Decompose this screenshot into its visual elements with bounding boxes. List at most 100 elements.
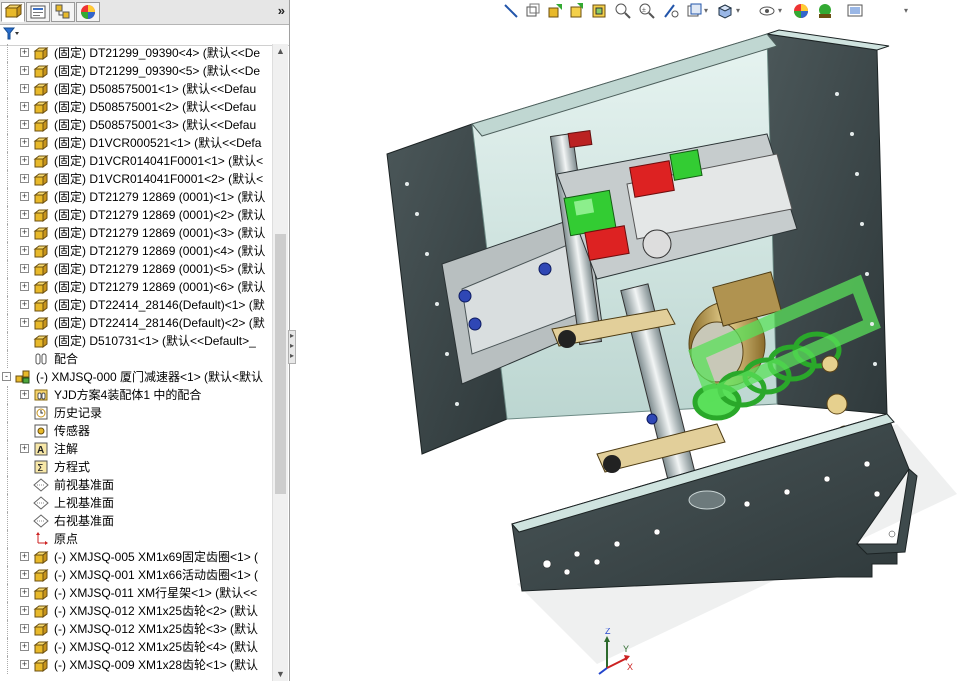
tree-item[interactable]: + (固定) DT21279 12869 (0001)<2> (默认 xyxy=(0,206,272,224)
tree-item[interactable]: + (固定) DT22414_28146(Default)<2> (默 xyxy=(0,314,272,332)
tree-item[interactable]: + (-) XMJSQ-005 XM1x69固定齿圈<1> ( xyxy=(0,548,272,566)
tree-expander-icon[interactable]: + xyxy=(20,138,29,147)
expand-panel-button[interactable]: » xyxy=(278,3,285,18)
zoom-to-area-icon[interactable] xyxy=(590,2,608,20)
tree-expander-icon[interactable]: + xyxy=(20,444,29,453)
configurationmanager-tab[interactable] xyxy=(51,2,75,22)
tree-expander-icon[interactable]: + xyxy=(20,246,29,255)
filter-icon[interactable] xyxy=(2,27,19,44)
tree-item[interactable]: + YJD方案4装配体1 中的配合 xyxy=(0,386,272,404)
tree-item[interactable]: + (-) XMJSQ-009 XM1x28齿轮<1> (默认 xyxy=(0,656,272,674)
section-view-icon[interactable] xyxy=(662,2,680,20)
tree-item[interactable]: + (固定) D508575001<1> (默认<<Defau xyxy=(0,80,272,98)
tree-expander-icon[interactable]: + xyxy=(20,102,29,111)
tree-item[interactable]: - (-) XMJSQ-000 厦门减速器<1> (默认<默认 xyxy=(0,368,272,386)
tree-item[interactable]: (固定) D510731<1> (默认<<Default>_ xyxy=(0,332,272,350)
triad-z-label: Z xyxy=(605,628,611,636)
tree-expander-icon[interactable]: + xyxy=(20,66,29,75)
part-icon xyxy=(33,243,49,259)
featuremanager-tab[interactable] xyxy=(1,2,25,22)
view-orientation-icon[interactable] xyxy=(524,2,542,20)
tree-item[interactable]: + (-) XMJSQ-012 XM1x25齿轮<4> (默认 xyxy=(0,638,272,656)
graphics-area[interactable]: Z X Y xyxy=(297,24,971,681)
view-orientation-dropdown-icon[interactable] xyxy=(686,2,704,20)
scroll-down-icon[interactable]: ▼ xyxy=(276,669,285,679)
sketch-line-icon[interactable] xyxy=(502,2,520,20)
tree-item[interactable]: + (-) XMJSQ-012 XM1x25齿轮<3> (默认 xyxy=(0,620,272,638)
tree-expander-icon[interactable]: + xyxy=(20,210,29,219)
tree-item[interactable]: + (-) XMJSQ-001 XM1x66活动齿圈<1> ( xyxy=(0,566,272,584)
tree-item[interactable]: + (固定) DT21279 12869 (0001)<4> (默认 xyxy=(0,242,272,260)
tree-item[interactable]: + (固定) DT21279 12869 (0001)<6> (默认 xyxy=(0,278,272,296)
assembly-model-view[interactable] xyxy=(297,24,971,681)
tree-item[interactable]: + (固定) D508575001<2> (默认<<Defau xyxy=(0,98,272,116)
tree-item[interactable]: Σ 方程式 xyxy=(0,458,272,476)
tree-expander-icon[interactable]: + xyxy=(20,174,29,183)
tree-guide-line xyxy=(7,332,8,350)
tree-guide-line xyxy=(7,530,8,548)
tree-item[interactable]: + A 注解 xyxy=(0,440,272,458)
rotate-view-icon[interactable]: ± xyxy=(638,2,656,20)
tree-item[interactable]: + (固定) DT21299_09390<4> (默认<<De xyxy=(0,44,272,62)
tree-expander-icon[interactable]: + xyxy=(20,624,29,633)
scroll-thumb[interactable] xyxy=(275,234,286,494)
tree-expander-icon[interactable]: + xyxy=(20,300,29,309)
zoom-in-out-icon[interactable] xyxy=(614,2,632,20)
tree-expander-icon[interactable]: + xyxy=(20,642,29,651)
tree-expander-icon[interactable]: + xyxy=(20,282,29,291)
part-icon xyxy=(33,117,49,133)
tree-item[interactable]: 原点 xyxy=(0,530,272,548)
tree-expander-icon[interactable]: + xyxy=(20,228,29,237)
tree-expander-icon[interactable]: + xyxy=(20,552,29,561)
apply-scene-icon[interactable] xyxy=(816,2,834,20)
tree-item[interactable]: + (-) XMJSQ-012 XM1x25齿轮<2> (默认 xyxy=(0,602,272,620)
tree-expander-icon[interactable]: + xyxy=(20,570,29,579)
hide-show-items-icon[interactable] xyxy=(758,2,776,20)
tree-expander-icon[interactable]: + xyxy=(20,156,29,165)
tree-item[interactable]: + (固定) D1VCR014041F0001<2> (默认< xyxy=(0,170,272,188)
tree-item[interactable]: 历史记录 xyxy=(0,404,272,422)
tree-expander-icon[interactable]: + xyxy=(20,192,29,201)
scroll-up-icon[interactable]: ▲ xyxy=(276,46,285,56)
tree-item[interactable]: + (固定) D1VCR000521<1> (默认<<Defa xyxy=(0,134,272,152)
previous-view-icon[interactable] xyxy=(546,2,564,20)
tree-item[interactable]: + (固定) DT21299_09390<5> (默认<<De xyxy=(0,62,272,80)
tree-item[interactable]: + (固定) D508575001<3> (默认<<Defau xyxy=(0,116,272,134)
tree-expander-icon[interactable]: + xyxy=(20,390,29,399)
displaymanager-tab[interactable] xyxy=(76,2,100,22)
tree-expander-icon[interactable]: + xyxy=(20,318,29,327)
tree-item[interactable]: 右视基准面 xyxy=(0,512,272,530)
tree-item[interactable]: + (固定) DT21279 12869 (0001)<1> (默认 xyxy=(0,188,272,206)
tree-expander-icon[interactable]: + xyxy=(20,660,29,669)
tree-expander-icon[interactable]: + xyxy=(20,606,29,615)
tree-filter-bar[interactable] xyxy=(0,25,289,46)
tree-item[interactable]: + (固定) DT21279 12869 (0001)<5> (默认 xyxy=(0,260,272,278)
tree-expander-icon[interactable]: + xyxy=(20,84,29,93)
tree-item[interactable]: + (固定) DT21279 12869 (0001)<3> (默认 xyxy=(0,224,272,242)
edit-appearance-icon[interactable] xyxy=(792,2,810,20)
tree-item[interactable]: + (固定) D1VCR014041F0001<1> (默认< xyxy=(0,152,272,170)
view-settings-icon[interactable] xyxy=(846,2,864,20)
tree-item[interactable]: 配合 xyxy=(0,350,272,368)
tree-item[interactable]: 前视基准面 xyxy=(0,476,272,494)
display-style-icon[interactable] xyxy=(716,2,734,20)
dropdown-caret-icon[interactable]: ▾ xyxy=(778,6,786,24)
tree-item[interactable]: 上视基准面 xyxy=(0,494,272,512)
panel-collapse-handle[interactable]: ▸ ▸ ▸ xyxy=(288,330,296,364)
tree-expander-icon[interactable]: + xyxy=(20,588,29,597)
zoom-to-fit-icon[interactable] xyxy=(568,2,586,20)
dropdown-caret-icon[interactable]: ▾ xyxy=(736,6,744,24)
dropdown-caret-icon[interactable]: ▾ xyxy=(704,6,712,24)
dropdown-caret-icon[interactable]: ▾ xyxy=(904,6,912,24)
triad-y-label: Y xyxy=(623,644,629,654)
tree-expander-icon[interactable]: + xyxy=(20,120,29,129)
propertymanager-tab[interactable] xyxy=(26,2,50,22)
tree-expander-icon[interactable]: + xyxy=(20,48,29,57)
tree-expander-icon[interactable]: + xyxy=(20,264,29,273)
tree-item[interactable]: + (固定) DT22414_28146(Default)<1> (默 xyxy=(0,296,272,314)
tree-expander-icon[interactable]: - xyxy=(2,372,11,381)
tree-item-label: (-) XMJSQ-012 XM1x25齿轮<2> (默认 xyxy=(54,604,259,618)
tree-item[interactable]: 传感器 xyxy=(0,422,272,440)
tree-item[interactable]: + (-) XMJSQ-011 XM行星架<1> (默认<< xyxy=(0,584,272,602)
tree-scrollbar[interactable]: ▲ ▼ xyxy=(272,44,288,681)
